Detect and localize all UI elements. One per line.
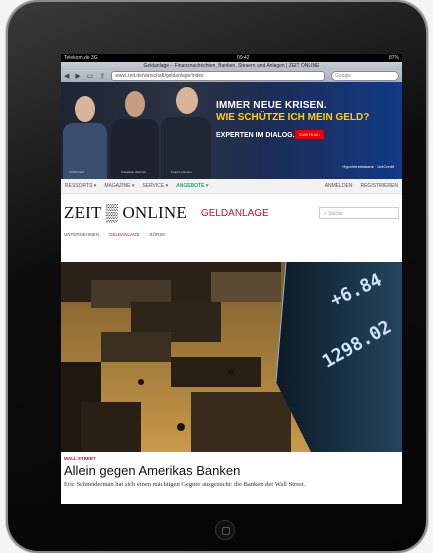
site-header: ZEIT ▒ ONLINE GELDANLAGE ⌕ Suche [61, 194, 402, 232]
ad-person-1 [63, 94, 107, 179]
home-icon [222, 527, 230, 535]
battery-label: 87% [388, 55, 399, 61]
browser-screen: Telekom.de 3G 09:42 87% Geldanlage – Fin… [61, 54, 402, 504]
ad-caption-3: Frank Lehmann [171, 170, 193, 174]
browser-toolbar: ◀ ▶ ▭ ⇪ www.zeit.de/wirtschaft/geldanlag… [61, 70, 402, 82]
ad-film-button[interactable]: ZUM FILM › [295, 130, 325, 139]
nav-ressorts[interactable]: RESSORTS ▾ [65, 183, 96, 189]
ad-headline-3: EXPERTEN IM DIALOG. [216, 132, 295, 139]
subnav-unternehmen[interactable]: UNTERNEHMEN [64, 232, 99, 242]
zeit-online-logo[interactable]: ZEIT ▒ ONLINE [64, 203, 187, 223]
home-button[interactable] [215, 520, 235, 540]
nav-service[interactable]: SERVICE ▾ [142, 183, 168, 189]
ad-caption-1: Ulf Bohnert [69, 170, 85, 174]
forward-icon[interactable]: ▶ [75, 72, 80, 80]
url-field[interactable]: www.zeit.de/wirtschaft/geldanlage/index [111, 71, 325, 81]
nav-angebote[interactable]: ANGEBOTE ▾ [176, 183, 208, 189]
article-photo[interactable]: +6.84 1298.02 [61, 262, 402, 452]
ad-caption-2: Sebastian Weichel [121, 170, 146, 174]
section-subnav: UNTERNEHMEN GELDANLAGE BÖRSE [61, 232, 402, 242]
article-teaser[interactable]: WALL STREET Allein gegen Amerikas Banken… [61, 452, 402, 504]
article-kicker: WALL STREET [64, 456, 96, 461]
article-teaser-text: Eric Schneiderman hat sich einen mächtig… [64, 481, 306, 488]
register-link[interactable]: REGISTRIEREN [360, 183, 398, 189]
back-icon[interactable]: ◀ [64, 72, 69, 80]
subnav-geldanlage[interactable]: GELDANLAGE [109, 232, 140, 242]
subnav-boerse[interactable]: BÖRSE [150, 232, 166, 242]
article-headline[interactable]: Allein gegen Amerikas Banken [64, 463, 399, 478]
carrier-label: Telekom.de 3G [64, 55, 98, 61]
ad-sponsor-logo: HypoVereinsbank · UniCredit [342, 164, 394, 169]
banner-ad[interactable]: Ulf Bohnert Sebastian Weichel Frank Lehm… [61, 82, 402, 179]
bookmarks-icon[interactable]: ▭ [87, 72, 94, 80]
main-nav: RESSORTS ▾ MAGAZINE ▾ SERVICE ▾ ANGEBOTE… [61, 179, 402, 194]
ad-headline-2: WIE SCHÜTZE ICH MEIN GELD? [216, 112, 370, 123]
share-icon[interactable]: ⇪ [99, 72, 105, 80]
ad-person-2 [111, 91, 159, 179]
status-bar: Telekom.de 3G 09:42 87% [61, 54, 402, 62]
clock: 09:42 [237, 55, 250, 61]
ad-person-3 [161, 87, 211, 179]
browser-search-field[interactable]: Google [331, 71, 399, 81]
site-search-input[interactable]: ⌕ Suche [319, 207, 399, 219]
ad-headline-1: IMMER NEUE KRISEN. [216, 100, 327, 111]
section-title: GELDANLAGE [200, 207, 269, 219]
nav-magazine[interactable]: MAGAZINE ▾ [104, 183, 134, 189]
login-link[interactable]: ANMELDEN [325, 183, 353, 189]
page-title: Geldanlage – Finanznachrichten, Banken, … [61, 62, 402, 70]
